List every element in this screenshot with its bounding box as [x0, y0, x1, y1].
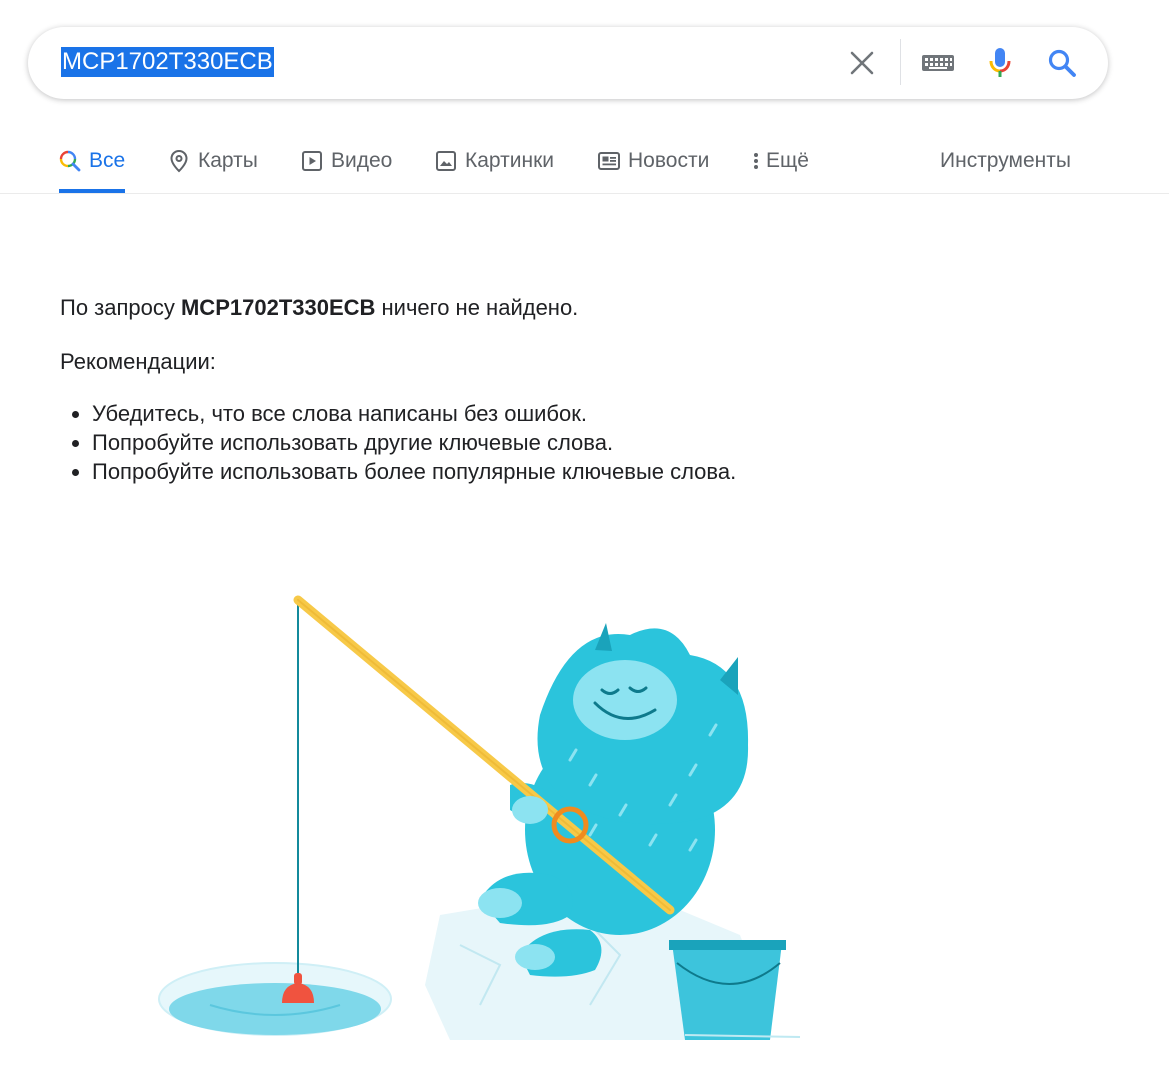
tab-images-label: Картинки	[465, 148, 554, 172]
search-multicolor-icon	[59, 150, 81, 172]
search-icon	[1048, 49, 1076, 77]
no-results-suffix: ничего не найдено.	[375, 295, 579, 320]
no-results-line: По запросу MCP1702T330ECB ничего не найд…	[60, 291, 1060, 325]
close-icon	[850, 51, 874, 75]
no-results-message: По запросу MCP1702T330ECB ничего не найд…	[60, 291, 1060, 486]
search-button[interactable]	[1040, 41, 1084, 85]
tab-more[interactable]: Ещё	[752, 128, 809, 193]
tab-maps-label: Карты	[198, 148, 258, 172]
search-box[interactable]: MCP1702T330ECB	[28, 27, 1108, 99]
no-results-query: MCP1702T330ECB	[180, 295, 376, 320]
tab-tools[interactable]: Инструменты	[940, 128, 1071, 193]
image-icon	[435, 150, 457, 172]
recommendations-list: Убедитесь, что все слова написаны без ош…	[60, 399, 1060, 486]
tab-more-label: Ещё	[766, 148, 809, 172]
recommendations-title: Рекомендации:	[60, 349, 216, 374]
tab-video-label: Видео	[331, 148, 393, 172]
keyboard-icon	[922, 55, 954, 71]
video-icon	[301, 150, 323, 172]
tab-all[interactable]: Все	[59, 128, 126, 193]
map-pin-icon	[168, 149, 190, 173]
tab-all-label: Все	[89, 148, 126, 172]
tab-maps[interactable]: Карты	[168, 128, 258, 193]
no-results-prefix: По запросу	[60, 295, 181, 320]
more-vert-icon	[752, 151, 760, 171]
recommendation-item: Попробуйте использовать более популярные…	[92, 457, 1060, 486]
tab-tools-label: Инструменты	[940, 148, 1071, 172]
fishing-creature-illustration	[158, 595, 801, 1040]
microphone-icon	[989, 48, 1011, 77]
keyboard-button[interactable]	[916, 41, 960, 85]
tab-news-label: Новости	[628, 148, 710, 172]
tab-video[interactable]: Видео	[301, 128, 392, 193]
recommendation-item: Попробуйте использовать другие ключевые …	[92, 428, 1060, 457]
search-divider	[900, 39, 901, 85]
news-icon	[598, 151, 620, 171]
search-input[interactable]: MCP1702T330ECB	[61, 47, 274, 77]
search-tabs: Все Карты Видео Картинки Новости Ещё Инс…	[0, 128, 1169, 194]
tab-images[interactable]: Картинки	[435, 128, 554, 193]
clear-button[interactable]	[840, 41, 884, 85]
tab-news[interactable]: Новости	[598, 128, 709, 193]
voice-search-button[interactable]	[978, 41, 1022, 85]
search-results-page: MCP1702T330ECB Все Карты Видео Картинки …	[0, 0, 1169, 1090]
recommendation-item: Убедитесь, что все слова написаны без ош…	[92, 399, 1060, 428]
